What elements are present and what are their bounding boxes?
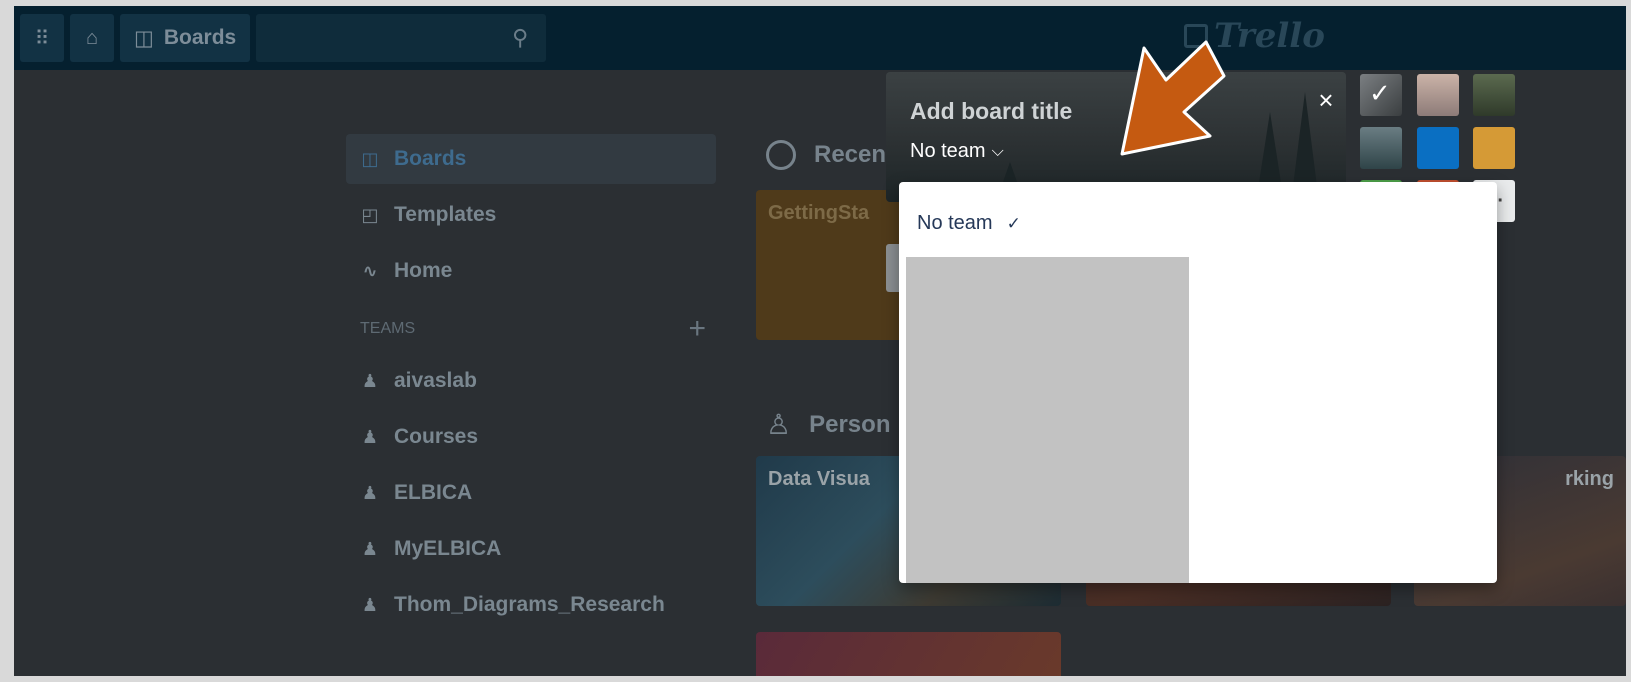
checkmark-icon: ✓ <box>1369 78 1391 108</box>
team-icon: ♟ <box>361 538 379 559</box>
boards-button-label: Boards <box>163 26 237 49</box>
app-switcher-button[interactable]: ⠿ <box>20 14 64 62</box>
background-swatch[interactable] <box>1360 127 1402 169</box>
team-label: MyELBICA <box>394 537 502 560</box>
boards-icon: ◫ <box>361 148 379 169</box>
board-tile-title: rking <box>1565 468 1614 490</box>
team-label: Thom_Diagrams_Research <box>394 593 665 616</box>
home-icon: ⌂ <box>85 26 99 49</box>
team-icon: ♟ <box>361 482 379 503</box>
search-input[interactable]: ⚲ <box>256 14 547 62</box>
background-swatch-selected[interactable]: ✓ <box>1360 74 1402 116</box>
personal-section-header: ♙ Person <box>766 408 890 441</box>
board-tile-title: Data Visua <box>768 468 870 490</box>
board-tile[interactable] <box>756 632 1061 676</box>
sidebar-item-label: Boards <box>394 147 467 170</box>
recent-section-header: Recen <box>766 140 886 170</box>
clock-icon <box>766 140 796 170</box>
team-label: aivaslab <box>394 369 477 392</box>
top-nav-bar: ⠿ ⌂ ◫ Boards ⚲ Trello <box>14 6 1626 70</box>
sidebar-team-courses[interactable]: ♟ Courses <box>346 412 716 462</box>
team-icon: ♟ <box>361 594 379 615</box>
app-window: ⠿ ⌂ ◫ Boards ⚲ Trello ◫ Boards ◰ Templat… <box>14 6 1626 676</box>
sidebar-team-elbica[interactable]: ♟ ELBICA <box>346 468 716 518</box>
background-swatch-blue[interactable] <box>1417 127 1459 169</box>
personal-section-title: Person <box>809 410 891 438</box>
teams-header: TEAMS + <box>346 302 716 356</box>
activity-icon: ∿ <box>362 260 378 281</box>
sidebar-item-home[interactable]: ∿ Home <box>346 246 716 296</box>
team-icon: ♟ <box>361 426 379 447</box>
background-swatch[interactable] <box>1473 74 1515 116</box>
sidebar-item-templates[interactable]: ◰ Templates <box>346 190 716 240</box>
arrow-shape <box>1120 40 1226 156</box>
checkmark-icon: ✓ <box>1006 213 1021 233</box>
board-icon: ◫ <box>134 26 154 50</box>
option-label: No team <box>917 212 993 234</box>
board-tile-title: GettingSta <box>768 202 870 224</box>
redacted-region <box>906 257 1189 583</box>
team-select[interactable]: No team ⌵ <box>910 140 1004 163</box>
home-button[interactable]: ⌂ <box>70 14 114 62</box>
templates-icon: ◰ <box>361 204 379 225</box>
team-icon: ♟ <box>361 370 379 391</box>
team-dropdown: No team ✓ <box>899 182 1497 583</box>
dropdown-option-no-team[interactable]: No team ✓ <box>917 212 1021 235</box>
team-select-value: No team <box>910 140 986 162</box>
search-icon: ⚲ <box>512 25 529 50</box>
sidebar-team-aivaslab[interactable]: ♟ aivaslab <box>346 356 716 406</box>
add-team-button[interactable]: + <box>688 312 706 346</box>
teams-label: TEAMS <box>360 320 416 337</box>
background-swatch[interactable] <box>1417 74 1459 116</box>
team-label: ELBICA <box>394 481 473 504</box>
annotation-arrow-icon <box>1120 40 1226 156</box>
grid-icon: ⠿ <box>34 27 50 50</box>
board-title-input[interactable]: Add board title <box>910 98 1072 125</box>
background-swatch-orange[interactable] <box>1473 127 1515 169</box>
sidebar-team-myelbica[interactable]: ♟ MyELBICA <box>346 524 716 574</box>
chevron-down-icon: ⌵ <box>991 142 1004 160</box>
sidebar: ◫ Boards ◰ Templates ∿ Home TEAMS + ♟ ai… <box>346 134 716 636</box>
team-label: Courses <box>394 425 479 448</box>
person-icon: ♙ <box>766 409 792 440</box>
recent-section-title: Recen <box>814 141 887 168</box>
close-button[interactable]: × <box>1312 86 1340 114</box>
sidebar-item-label: Home <box>394 259 453 282</box>
sidebar-item-label: Templates <box>394 203 497 226</box>
boards-button[interactable]: ◫ Boards <box>120 14 251 62</box>
sidebar-item-boards[interactable]: ◫ Boards <box>346 134 716 184</box>
sidebar-team-thom-diagrams[interactable]: ♟ Thom_Diagrams_Research <box>346 580 716 630</box>
